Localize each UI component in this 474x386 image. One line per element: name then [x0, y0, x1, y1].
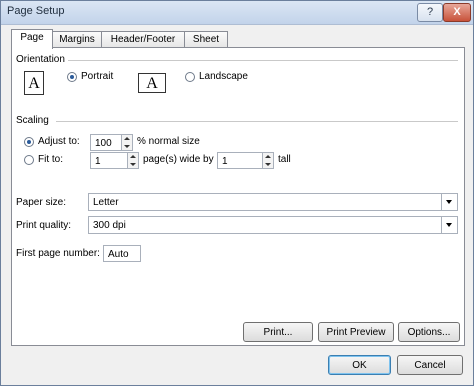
paper-size-select[interactable]: Letter	[88, 193, 458, 211]
print-quality-select[interactable]: 300 dpi	[88, 216, 458, 234]
fit-wide-input[interactable]: 1	[90, 152, 128, 169]
spin-down-icon[interactable]	[265, 163, 271, 166]
print-preview-button[interactable]: Print Preview	[318, 322, 394, 342]
spin-down-icon[interactable]	[124, 145, 130, 148]
paper-size-label: Paper size:	[16, 197, 67, 208]
fit-tall-spinner[interactable]	[263, 152, 274, 169]
spin-up-icon[interactable]	[130, 155, 136, 158]
close-button[interactable]: X	[443, 3, 471, 22]
spin-down-icon[interactable]	[130, 163, 136, 166]
tall-label: tall	[278, 154, 291, 165]
tab-sheet[interactable]: Sheet	[184, 31, 228, 47]
print-quality-label: Print quality:	[16, 220, 72, 231]
pages-wide-label: page(s) wide by	[143, 154, 214, 165]
normal-size-label: % normal size	[137, 136, 200, 147]
tab-header-footer[interactable]: Header/Footer	[101, 31, 185, 47]
print-quality-value: 300 dpi	[93, 220, 126, 231]
adjust-to-input[interactable]: 100	[90, 134, 122, 151]
spin-up-icon[interactable]	[124, 137, 130, 140]
print-button[interactable]: Print...	[243, 322, 313, 342]
options-button[interactable]: Options...	[398, 322, 460, 342]
title-bar: Page Setup ? X	[1, 1, 473, 25]
portrait-radio[interactable]	[67, 72, 77, 82]
first-page-number-input[interactable]: Auto	[103, 245, 141, 262]
landscape-label[interactable]: Landscape	[199, 71, 248, 82]
orientation-heading: Orientation	[16, 54, 65, 65]
scaling-heading: Scaling	[16, 115, 49, 126]
landscape-page-icon: A	[138, 73, 166, 93]
adjust-to-label[interactable]: Adjust to:	[38, 136, 80, 147]
paper-size-value: Letter	[93, 197, 119, 208]
chevron-down-icon[interactable]	[441, 194, 457, 210]
orientation-separator	[68, 60, 458, 61]
page-setup-dialog: Page Setup ? X Page Margins Header/Foote…	[0, 0, 474, 386]
first-page-number-label: First page number:	[16, 248, 100, 259]
tab-page[interactable]: Page	[11, 29, 53, 49]
spin-up-icon[interactable]	[265, 155, 271, 158]
help-button[interactable]: ?	[417, 3, 443, 22]
cancel-button[interactable]: Cancel	[397, 355, 463, 375]
fit-to-radio[interactable]	[24, 155, 34, 165]
adjust-to-radio[interactable]	[24, 137, 34, 147]
fit-to-label[interactable]: Fit to:	[38, 154, 63, 165]
landscape-radio[interactable]	[185, 72, 195, 82]
chevron-down-icon[interactable]	[441, 217, 457, 233]
fit-wide-spinner[interactable]	[128, 152, 139, 169]
tab-margins[interactable]: Margins	[52, 31, 102, 47]
ok-button[interactable]: OK	[328, 355, 391, 375]
scaling-separator	[56, 121, 458, 122]
window-title: Page Setup	[7, 5, 65, 17]
portrait-label[interactable]: Portrait	[81, 71, 113, 82]
page-tab-panel: Orientation A Portrait A Landscape Scali…	[11, 47, 465, 346]
fit-tall-input[interactable]: 1	[217, 152, 263, 169]
adjust-to-spinner[interactable]	[122, 134, 133, 151]
portrait-page-icon: A	[24, 71, 44, 95]
